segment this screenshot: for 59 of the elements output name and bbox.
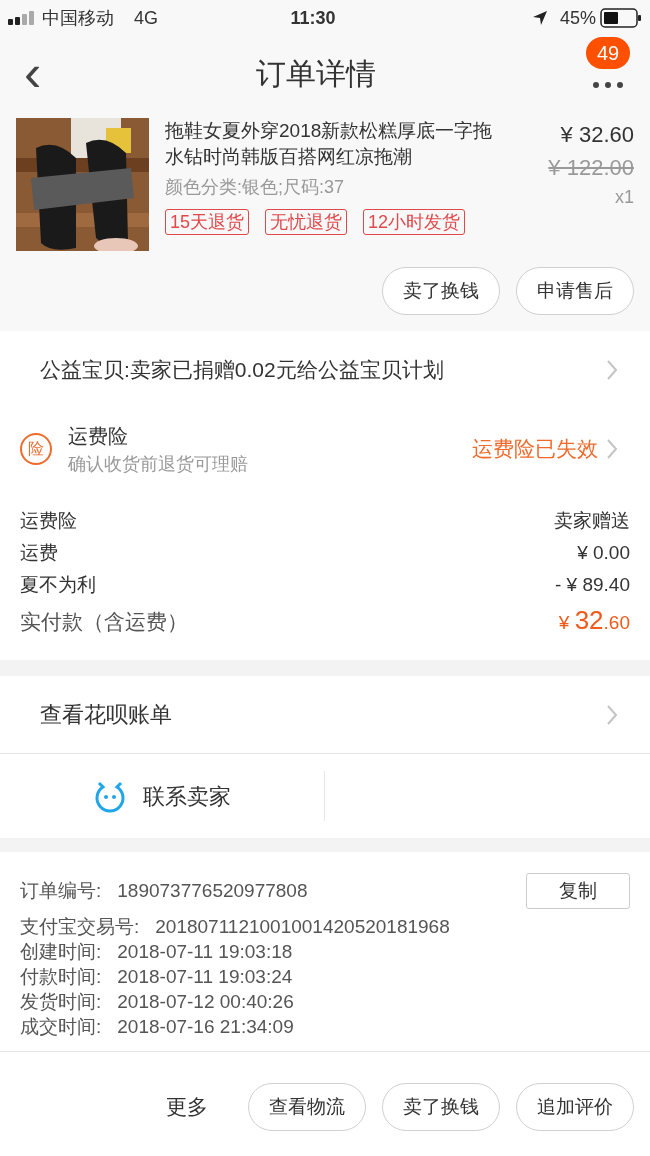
action-button[interactable]: 卖了换钱 [382,1083,500,1131]
total-label: 实付款（含运费） [20,609,188,635]
action-button[interactable]: 申请售后 [516,267,634,315]
insurance-icon: 险 [20,433,52,465]
info-label: 付款时间: [20,965,102,989]
info-label: 创建时间: [20,940,102,964]
fee-label: 运费 [20,541,58,565]
action-button[interactable]: 查看物流 [248,1083,366,1131]
battery-icon [600,8,642,28]
notification-badge: 49 [586,37,630,69]
charity-row[interactable]: 公益宝贝:卖家已捐赠0.02元给公益宝贝计划 [0,331,650,409]
product-title: 拖鞋女夏外穿2018新款松糕厚底一字拖水钻时尚韩版百搭网红凉拖潮 [165,119,494,169]
chevron-right-icon [606,438,618,460]
action-button[interactable]: 追加评价 [516,1083,634,1131]
back-button[interactable]: ‹ [24,47,42,99]
more-icon [593,82,623,88]
insurance-subtitle: 确认收货前退货可理赔 [68,452,249,476]
product-price: ¥ 32.60 [560,121,634,149]
original-price: ¥ 122.00 [548,154,634,182]
contact-seller-button[interactable]: 联系卖家 [0,771,325,821]
huabei-row[interactable]: 查看花呗账单 [0,676,650,754]
copy-button[interactable]: 复制 [526,873,630,909]
smiley-chat-icon [93,779,127,813]
clock-time: 11:30 [289,6,337,30]
info-value: 2018071121001001420520181968 [155,915,451,939]
service-tag: 无忧退货 [265,209,348,235]
total-amount: ¥ 32.60 [558,604,630,637]
fee-value: ¥ 0.00 [577,541,630,565]
insurance-status: 运费险已失效 [472,436,598,463]
page-title: 订单详情 [254,55,377,92]
insurance-row[interactable]: 险 运费险 确认收货前退货可理赔 运费险已失效 [0,409,650,489]
fee-value: 卖家赠送 [554,509,630,533]
info-value: 2018-07-11 19:03:24 [117,965,294,989]
quantity: x1 [615,186,634,209]
insurance-title: 运费险 [68,423,129,449]
fee-label: 夏不为利 [20,573,96,597]
huabei-text: 查看花呗账单 [40,701,173,729]
network-type: 4G [134,6,158,30]
info-value: 2018-07-12 00:40:26 [117,990,295,1014]
battery-percent: 45% [559,6,596,30]
info-label: 发货时间: [20,990,102,1014]
info-value: 189073776520977808 [117,878,309,903]
info-value: 2018-07-11 19:03:18 [117,940,294,964]
carrier-name: 中国移动 [42,6,114,30]
more-link[interactable]: 更多 [166,1091,208,1123]
fee-label: 运费险 [20,509,77,533]
service-tag: 12小时发货 [363,209,466,235]
info-label: 订单编号: [20,878,102,903]
action-button[interactable]: 卖了换钱 [382,267,500,315]
chevron-right-icon [606,703,618,726]
service-tag: 15天退货 [165,209,250,235]
product-sku: 颜色分类:银色;尺码:37 [165,176,346,199]
info-label: 成交时间: [20,1015,102,1039]
charity-text: 公益宝贝:卖家已捐赠0.02元给公益宝贝计划 [40,357,445,384]
location-arrow-icon [531,10,548,26]
chevron-right-icon [606,359,618,381]
fee-value: - ¥ 89.40 [555,573,630,597]
info-label: 支付宝交易号: [20,915,140,939]
info-value: 2018-07-16 21:34:09 [117,1015,295,1039]
